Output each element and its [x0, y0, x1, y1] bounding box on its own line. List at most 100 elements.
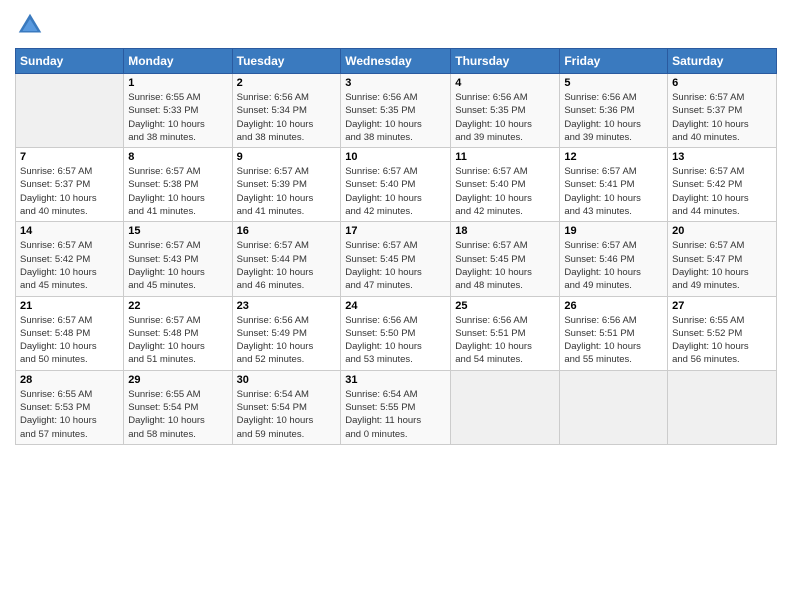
header-cell-tuesday: Tuesday	[232, 49, 341, 74]
day-cell: 17 Sunrise: 6:57 AM Sunset: 5:45 PM Dayli…	[341, 222, 451, 296]
header	[15, 10, 777, 40]
day-detail: Sunrise: 6:56 AM Sunset: 5:51 PM Dayligh…	[564, 314, 663, 367]
day-number: 1	[128, 77, 227, 89]
day-number: 17	[345, 225, 446, 237]
day-cell: 28Sunrise: 6:55 AM Sunset: 5:53 PM Dayli…	[16, 370, 124, 444]
day-number: 15	[128, 225, 227, 237]
main-container: SundayMondayTuesdayWednesdayThursdayFrid…	[0, 0, 792, 455]
day-cell	[560, 370, 668, 444]
day-number: 11	[455, 151, 555, 163]
day-detail: Sunrise: 6:56 AM Sunset: 5:35 PM Dayligh…	[345, 91, 446, 144]
header-cell-sunday: Sunday	[16, 49, 124, 74]
day-number: 30	[237, 374, 337, 386]
header-cell-thursday: Thursday	[451, 49, 560, 74]
day-number: 13	[672, 151, 772, 163]
day-number: 20	[672, 225, 772, 237]
day-cell: 9Sunrise: 6:57 AM Sunset: 5:39 PM Daylig…	[232, 148, 341, 222]
day-detail: Sunrise: 6:57 AM Sunset: 5:40 PM Dayligh…	[345, 165, 446, 218]
day-cell: 5 Sunrise: 6:56 AM Sunset: 5:36 PM Daylig…	[560, 74, 668, 148]
day-cell: 23 Sunrise: 6:56 AM Sunset: 5:49 PM Dayli…	[232, 296, 341, 370]
day-cell	[451, 370, 560, 444]
day-detail: Sunrise: 6:56 AM Sunset: 5:36 PM Dayligh…	[564, 91, 663, 144]
day-number: 6	[672, 77, 772, 89]
header-cell-saturday: Saturday	[668, 49, 777, 74]
calendar-header: SundayMondayTuesdayWednesdayThursdayFrid…	[16, 49, 777, 74]
day-detail: Sunrise: 6:57 AM Sunset: 5:44 PM Dayligh…	[237, 239, 337, 292]
day-number: 3	[345, 77, 446, 89]
day-number: 23	[237, 300, 337, 312]
day-detail: Sunrise: 6:57 AM Sunset: 5:48 PM Dayligh…	[20, 314, 119, 367]
day-cell: 26 Sunrise: 6:56 AM Sunset: 5:51 PM Dayli…	[560, 296, 668, 370]
week-row-2: 7Sunrise: 6:57 AM Sunset: 5:37 PM Daylig…	[16, 148, 777, 222]
week-row-1: 1Sunrise: 6:55 AM Sunset: 5:33 PM Daylig…	[16, 74, 777, 148]
day-cell: 3 Sunrise: 6:56 AM Sunset: 5:35 PM Daylig…	[341, 74, 451, 148]
day-cell: 14Sunrise: 6:57 AM Sunset: 5:42 PM Dayli…	[16, 222, 124, 296]
logo	[15, 10, 49, 40]
day-cell: 2 Sunrise: 6:56 AM Sunset: 5:34 PM Daylig…	[232, 74, 341, 148]
header-cell-wednesday: Wednesday	[341, 49, 451, 74]
day-detail: Sunrise: 6:55 AM Sunset: 5:54 PM Dayligh…	[128, 388, 227, 441]
calendar-body: 1Sunrise: 6:55 AM Sunset: 5:33 PM Daylig…	[16, 74, 777, 445]
day-number: 10	[345, 151, 446, 163]
day-cell: 15Sunrise: 6:57 AM Sunset: 5:43 PM Dayli…	[124, 222, 232, 296]
day-number: 29	[128, 374, 227, 386]
day-detail: Sunrise: 6:57 AM Sunset: 5:46 PM Dayligh…	[564, 239, 663, 292]
day-number: 2	[237, 77, 337, 89]
header-row: SundayMondayTuesdayWednesdayThursdayFrid…	[16, 49, 777, 74]
day-detail: Sunrise: 6:56 AM Sunset: 5:34 PM Dayligh…	[237, 91, 337, 144]
day-cell: 18 Sunrise: 6:57 AM Sunset: 5:45 PM Dayli…	[451, 222, 560, 296]
day-cell: 10 Sunrise: 6:57 AM Sunset: 5:40 PM Dayli…	[341, 148, 451, 222]
day-cell: 20 Sunrise: 6:57 AM Sunset: 5:47 PM Dayli…	[668, 222, 777, 296]
header-cell-monday: Monday	[124, 49, 232, 74]
day-detail: Sunrise: 6:55 AM Sunset: 5:52 PM Dayligh…	[672, 314, 772, 367]
day-detail: Sunrise: 6:54 AM Sunset: 5:54 PM Dayligh…	[237, 388, 337, 441]
day-cell: 19 Sunrise: 6:57 AM Sunset: 5:46 PM Dayli…	[560, 222, 668, 296]
day-cell: 11 Sunrise: 6:57 AM Sunset: 5:40 PM Dayli…	[451, 148, 560, 222]
day-number: 25	[455, 300, 555, 312]
day-number: 31	[345, 374, 446, 386]
week-row-4: 21 Sunrise: 6:57 AM Sunset: 5:48 PM Dayli…	[16, 296, 777, 370]
day-number: 4	[455, 77, 555, 89]
day-detail: Sunrise: 6:57 AM Sunset: 5:45 PM Dayligh…	[345, 239, 446, 292]
day-number: 24	[345, 300, 446, 312]
day-number: 16	[237, 225, 337, 237]
day-cell: 7Sunrise: 6:57 AM Sunset: 5:37 PM Daylig…	[16, 148, 124, 222]
day-number: 21	[20, 300, 119, 312]
day-detail: Sunrise: 6:55 AM Sunset: 5:53 PM Dayligh…	[20, 388, 119, 441]
day-detail: Sunrise: 6:56 AM Sunset: 5:51 PM Dayligh…	[455, 314, 555, 367]
day-cell: 12 Sunrise: 6:57 AM Sunset: 5:41 PM Dayli…	[560, 148, 668, 222]
day-number: 5	[564, 77, 663, 89]
day-number: 22	[128, 300, 227, 312]
day-number: 8	[128, 151, 227, 163]
day-number: 18	[455, 225, 555, 237]
day-detail: Sunrise: 6:57 AM Sunset: 5:41 PM Dayligh…	[564, 165, 663, 218]
day-detail: Sunrise: 6:57 AM Sunset: 5:40 PM Dayligh…	[455, 165, 555, 218]
day-detail: Sunrise: 6:57 AM Sunset: 5:45 PM Dayligh…	[455, 239, 555, 292]
day-cell: 29 Sunrise: 6:55 AM Sunset: 5:54 PM Dayli…	[124, 370, 232, 444]
day-detail: Sunrise: 6:56 AM Sunset: 5:50 PM Dayligh…	[345, 314, 446, 367]
day-number: 12	[564, 151, 663, 163]
day-detail: Sunrise: 6:54 AM Sunset: 5:55 PM Dayligh…	[345, 388, 446, 441]
day-cell: 6 Sunrise: 6:57 AM Sunset: 5:37 PM Daylig…	[668, 74, 777, 148]
day-detail: Sunrise: 6:57 AM Sunset: 5:47 PM Dayligh…	[672, 239, 772, 292]
week-row-3: 14Sunrise: 6:57 AM Sunset: 5:42 PM Dayli…	[16, 222, 777, 296]
day-detail: Sunrise: 6:57 AM Sunset: 5:38 PM Dayligh…	[128, 165, 227, 218]
day-detail: Sunrise: 6:56 AM Sunset: 5:35 PM Dayligh…	[455, 91, 555, 144]
day-cell: 22 Sunrise: 6:57 AM Sunset: 5:48 PM Dayli…	[124, 296, 232, 370]
week-row-5: 28Sunrise: 6:55 AM Sunset: 5:53 PM Dayli…	[16, 370, 777, 444]
day-number: 27	[672, 300, 772, 312]
calendar-table: SundayMondayTuesdayWednesdayThursdayFrid…	[15, 48, 777, 445]
header-cell-friday: Friday	[560, 49, 668, 74]
day-detail: Sunrise: 6:57 AM Sunset: 5:48 PM Dayligh…	[128, 314, 227, 367]
day-cell: 25 Sunrise: 6:56 AM Sunset: 5:51 PM Dayli…	[451, 296, 560, 370]
day-detail: Sunrise: 6:57 AM Sunset: 5:39 PM Dayligh…	[237, 165, 337, 218]
day-cell: 8 Sunrise: 6:57 AM Sunset: 5:38 PM Daylig…	[124, 148, 232, 222]
day-cell: 24 Sunrise: 6:56 AM Sunset: 5:50 PM Dayli…	[341, 296, 451, 370]
day-cell: 21 Sunrise: 6:57 AM Sunset: 5:48 PM Dayli…	[16, 296, 124, 370]
day-cell: 4 Sunrise: 6:56 AM Sunset: 5:35 PM Daylig…	[451, 74, 560, 148]
day-cell	[16, 74, 124, 148]
day-detail: Sunrise: 6:56 AM Sunset: 5:49 PM Dayligh…	[237, 314, 337, 367]
day-number: 26	[564, 300, 663, 312]
day-number: 19	[564, 225, 663, 237]
day-detail: Sunrise: 6:57 AM Sunset: 5:37 PM Dayligh…	[672, 91, 772, 144]
